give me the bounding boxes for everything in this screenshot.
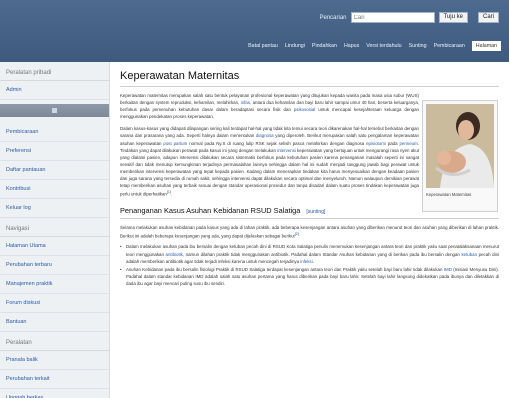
tab-protect[interactable]: Lindungi: [285, 43, 305, 51]
sidebar-item-main-page[interactable]: Halaman Utama: [0, 237, 109, 256]
link-perineum[interactable]: perineum: [399, 141, 417, 146]
section-heading-text: Penanganan Kasus Asuhan Kebidanan RSUD S…: [120, 205, 301, 215]
text-span: keperawatan yang bertujuan untuk mengura…: [120, 147, 419, 197]
tab-delete[interactable]: Hapus: [344, 43, 359, 51]
tab-unwatch[interactable]: Batal pantau: [248, 43, 278, 51]
tab-page[interactable]: Halaman: [471, 41, 501, 51]
intro-paragraph: Keperawatan maternitas merupakan salah s…: [120, 92, 419, 120]
sidebar-item-practice-management[interactable]: Manajemen praktik: [0, 275, 109, 294]
text-span: .: [312, 258, 314, 264]
sidebar-item-contributions[interactable]: Kontribusi: [0, 180, 109, 199]
tab-discussion[interactable]: Pembicaraan: [434, 43, 465, 51]
text-span: pada: [385, 140, 400, 146]
sidebar-item-recent-changes[interactable]: Perubahan terbaru: [0, 256, 109, 275]
link-nifas[interactable]: nifas: [241, 100, 250, 105]
sidebar-heading-personal: Peralatan pribadi: [0, 66, 109, 81]
sidebar-item-talk[interactable]: Pembicaraan: [0, 123, 109, 142]
list-item: Dalam melakukan asuhan pada ibu bersalin…: [120, 243, 499, 264]
page-title: Keperawatan Maternitas: [120, 70, 499, 87]
link-diagnosa[interactable]: diagnosa: [256, 133, 274, 138]
sidebar-item-preferences[interactable]: Preferensi: [0, 142, 109, 161]
link-infeksi[interactable]: infeksi: [300, 259, 312, 264]
photo-illustration: [426, 104, 494, 188]
sidebar-heading-navigation: Navigasi: [0, 222, 109, 237]
text-span: .: [170, 191, 173, 197]
figure-caption: Keperawatan Maternitas: [426, 192, 472, 197]
search-bar: Pencarian Tuju ke Cari: [319, 12, 499, 23]
finding-list: Dalam melakukan asuhan pada ibu bersalin…: [120, 243, 499, 287]
reference-link[interactable]: [2]: [295, 232, 299, 236]
sidebar-item-logout[interactable]: Keluar log: [0, 199, 109, 218]
section-paragraph: Selama melakukan asuhan kebidanan pada k…: [120, 224, 499, 240]
link-intervensi[interactable]: intervensi: [277, 148, 296, 153]
article-content: Keperawatan Maternitas Keperawatan mater…: [110, 62, 509, 398]
link-antibiotik[interactable]: antibiotik: [166, 252, 183, 257]
text-span: normal pada Ny.S di ruang lulip RSK seja…: [187, 140, 367, 146]
tab-edit[interactable]: Sunting: [409, 43, 427, 51]
list-item: Asuhan Kebidanan pada ibu bersalin fisio…: [120, 266, 499, 287]
sidebar-item-forum[interactable]: Forum diskusi: [0, 294, 109, 313]
sidebar-divider: [0, 104, 109, 117]
sidebar-item-help[interactable]: Bantuan: [0, 313, 109, 332]
sidebar-item-watchlist[interactable]: Daftar pantauan: [0, 161, 109, 180]
tab-move[interactable]: Pindahkan: [312, 43, 337, 51]
sidebar: Peralatan pribadi Admin Pembicaraan Pref…: [0, 62, 110, 398]
case-paragraph: Dalam kasus-kasus yang didapati dilapang…: [120, 125, 419, 197]
mother-baby-photo[interactable]: [426, 104, 494, 188]
tab-history[interactable]: Versi terdahulu: [366, 43, 401, 51]
divider-dot-icon: [52, 108, 57, 113]
sidebar-item-upload-file[interactable]: Unggah berkas: [0, 389, 109, 398]
sidebar-heading-tools: Peralatan: [0, 336, 109, 351]
sidebar-item-what-links-here[interactable]: Pranala balik: [0, 351, 109, 370]
search-button[interactable]: Cari: [477, 12, 499, 23]
section-edit-link[interactable]: [sunting]: [306, 209, 325, 215]
search-input[interactable]: [350, 12, 435, 23]
link-psikososial[interactable]: psikososial: [294, 107, 315, 112]
link-ketuban[interactable]: ketuban: [461, 252, 477, 257]
sidebar-item-related-changes[interactable]: Perubahan terkait: [0, 370, 109, 389]
text-span: , namun dilahan praktik tidak menggunaka…: [182, 251, 462, 257]
go-button[interactable]: Tuju ke: [438, 12, 468, 23]
page-actions-tabs: Batal pantau Lindungi Pindahkan Hapus Ve…: [248, 41, 501, 51]
sidebar-item-admin[interactable]: Admin: [0, 81, 109, 100]
top-header: Pencarian Tuju ke Cari Batal pantau Lind…: [0, 0, 509, 62]
link-post-partum[interactable]: post partum: [163, 141, 187, 146]
search-label: Pencarian: [319, 14, 347, 21]
link-episiotomi[interactable]: episiotomi: [366, 141, 386, 146]
link-imd[interactable]: IMD: [444, 267, 452, 272]
figure-box: Keperawatan Maternitas: [422, 100, 498, 212]
text-span: Selama melakukan asuhan kebidanan pada k…: [120, 224, 499, 239]
text-span: Asuhan Kebidanan pada ibu bersalin fisio…: [126, 266, 444, 272]
